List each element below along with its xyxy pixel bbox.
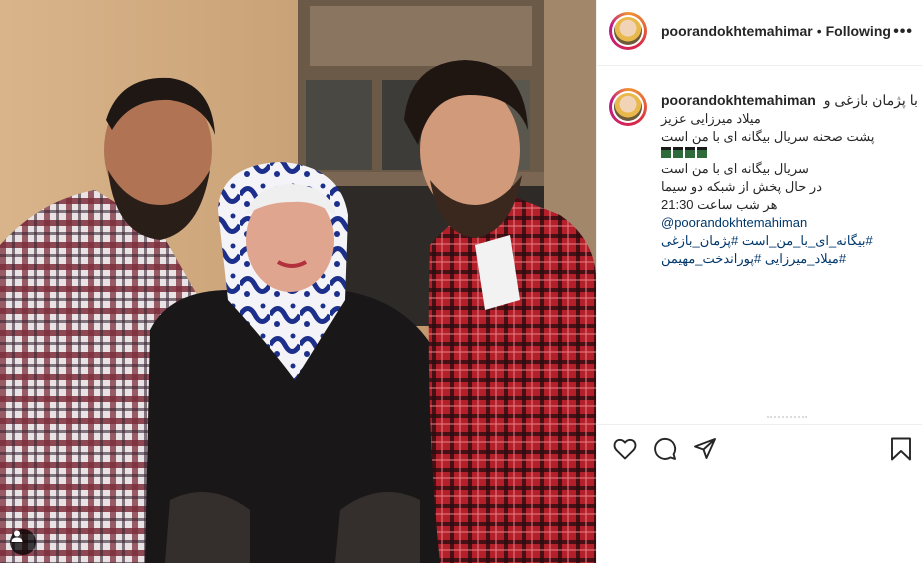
share-icon <box>694 438 716 459</box>
caption-text: میلاد میرزایی عزیز پشت صحنه سریال بیگانه… <box>661 110 911 268</box>
post-side-panel: poorandokhtemahimar • Following ••• pooran… <box>596 0 922 563</box>
avatar-image <box>614 93 642 121</box>
caption-avatar[interactable] <box>609 88 647 126</box>
avatar-image <box>614 17 642 45</box>
heart-icon <box>613 438 637 460</box>
hashtag-link[interactable]: #بیگانه_ای_با_من_است #پژمان_بازغی <box>661 232 911 250</box>
like-button[interactable] <box>611 435 639 463</box>
header-username[interactable]: poorandokhtemahimar <box>661 23 813 39</box>
user-tag-button[interactable] <box>10 529 36 555</box>
more-options-button[interactable]: ••• <box>893 23 913 41</box>
header-line: poorandokhtemahimar • Following <box>661 23 891 39</box>
caption-line: در حال پخش از شبکه دو سیما <box>661 179 822 194</box>
clapper-board-icon <box>661 147 671 158</box>
caption-area[interactable]: poorandokhtemahiman با پژمان بازغی و میل… <box>597 66 922 424</box>
avatar-ring <box>612 91 644 123</box>
save-button[interactable] <box>887 435 915 463</box>
header-separator: • <box>816 23 822 39</box>
action-bar <box>597 424 922 474</box>
photo-illustration <box>0 0 596 563</box>
caption-username[interactable]: poorandokhtemahiman <box>661 92 816 108</box>
clapper-board-icon <box>685 147 695 158</box>
caption-line: سریال بیگانه ای با من است <box>661 161 809 176</box>
caption-line: هر شب ساعت 21:30 <box>661 197 778 212</box>
avatar[interactable] <box>609 12 647 50</box>
caption-line: پشت صحنه سریال بیگانه ای با من است <box>661 129 875 144</box>
loading-indicator <box>767 416 807 420</box>
user-tag-icon <box>11 530 23 542</box>
caption-head: poorandokhtemahiman با پژمان بازغی و <box>661 90 918 110</box>
comment-button[interactable] <box>651 435 679 463</box>
following-button[interactable]: Following <box>826 23 891 39</box>
share-button[interactable] <box>691 435 719 463</box>
caption-line: میلاد میرزایی عزیز <box>661 111 761 126</box>
clapper-board-icon <box>697 147 707 158</box>
post-photo[interactable] <box>0 0 596 563</box>
post-header: poorandokhtemahimar • Following ••• <box>597 0 922 66</box>
hashtag-link[interactable]: #میلاد_میرزایی #پوراندخت_مهیمن <box>661 250 911 268</box>
clapper-board-icon <box>673 147 683 158</box>
emoji-row <box>661 147 911 158</box>
bookmark-icon <box>891 437 911 461</box>
comment-icon <box>654 438 677 460</box>
caption-intro: با پژمان بازغی و <box>823 92 918 108</box>
avatar-ring <box>612 15 644 47</box>
mention-link[interactable]: @poorandokhtemahiman <box>661 214 911 232</box>
